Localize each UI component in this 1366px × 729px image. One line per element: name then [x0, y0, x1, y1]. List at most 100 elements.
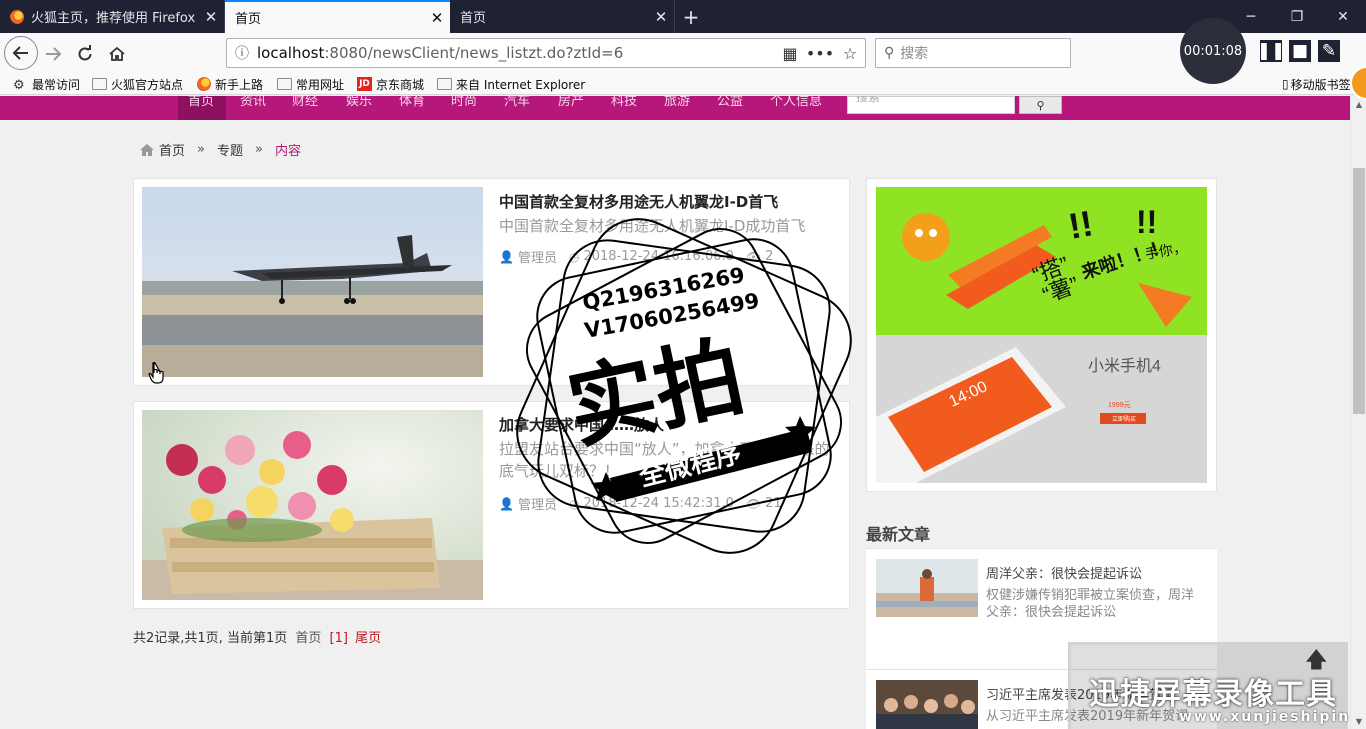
bookmark-jd[interactable]: JD 京东商城	[357, 75, 424, 93]
home-button[interactable]	[102, 39, 132, 69]
jd-icon: JD	[357, 77, 372, 91]
bookmark-firefox-official[interactable]: 火狐官方站点	[92, 75, 183, 93]
site-nav-item[interactable]: 财经	[292, 96, 318, 109]
site-nav-item[interactable]: 房产	[558, 96, 584, 109]
pagination: 共2记录,共1页, 当前第1页 首页 [1] 尾页	[133, 627, 381, 646]
tab-home-2[interactable]: 首页 ✕	[450, 0, 675, 33]
screen-recorder-watermark: 🡅 迅捷屏幕录像工具 www.xunjieshipin.com	[1068, 642, 1350, 729]
site-nav-item[interactable]: 旅游	[664, 96, 690, 109]
news-views: 2	[765, 249, 774, 264]
site-search-button[interactable]: ⚲	[1019, 96, 1062, 114]
stop-button[interactable]: ■	[1289, 40, 1311, 62]
bookmark-label: 京东商城	[376, 77, 425, 92]
breadcrumb-home[interactable]: 首页	[159, 140, 185, 159]
eye-icon: 👁	[745, 249, 762, 264]
search-placeholder: 搜索	[900, 46, 929, 62]
site-nav-item[interactable]: 娱乐	[346, 96, 372, 109]
site-nav-item[interactable]: 科技	[611, 96, 637, 109]
browser-tab-strip: 火狐主页，推荐使用 Firefox 火狐浏览器 ✕ 首页 ✕ 首页 ✕ + ─ …	[0, 0, 1366, 33]
forward-button[interactable]	[38, 39, 68, 69]
qr-code-icon[interactable]: ▦	[775, 44, 805, 63]
breadcrumb-sep: »	[197, 142, 205, 157]
arrow-left-icon	[12, 46, 28, 60]
pager-last[interactable]: 尾页	[355, 631, 381, 646]
news-author: 管理员	[517, 498, 557, 513]
latest-thumbnail[interactable]	[876, 559, 978, 617]
site-nav-item[interactable]: 汽车	[504, 96, 530, 109]
news-views: 21	[765, 496, 782, 511]
folder-icon	[92, 78, 107, 90]
reload-button[interactable]	[70, 39, 100, 69]
news-summary: 中国首款全复材多用途无人机翼龙I-D成功首飞	[499, 217, 806, 235]
close-icon[interactable]: ✕	[648, 8, 674, 26]
url-host: localhost	[257, 44, 325, 62]
new-tab-button[interactable]: +	[676, 0, 706, 33]
reload-icon	[78, 45, 92, 61]
news-title[interactable]: 加拿大要求中国……放人	[499, 414, 664, 435]
folder-icon	[277, 78, 292, 90]
bookmark-label: 来自 Internet Explorer	[456, 77, 586, 92]
pager-current[interactable]: [1]	[330, 631, 348, 646]
site-nav-item[interactable]: 体育	[399, 96, 425, 109]
close-icon[interactable]: ✕	[424, 9, 450, 27]
site-search-input[interactable]: 搜索	[847, 96, 1015, 114]
url-text[interactable]: localhost:8080/newsClient/news_listzt.do…	[257, 44, 775, 62]
user-icon: 👤	[499, 249, 514, 264]
news-meta: 👤 管理员 ◷ 2018-12-24 15:42:31.0 👁 21	[499, 494, 794, 513]
news-title[interactable]: 中国首款全复材多用途无人机翼龙I-D首飞	[499, 191, 778, 212]
site-nav-item[interactable]: 首页	[188, 96, 214, 109]
tab-label: 火狐主页，推荐使用 Firefox 火狐浏览器	[31, 11, 198, 26]
url-bar[interactable]: ⓘ localhost:8080/newsClient/news_listzt.…	[226, 38, 866, 68]
breadcrumb-sep: »	[255, 142, 263, 157]
news-card[interactable]: 加拿大要求中国……放人 拉盟友站台要求中国“放人”，加拿大政府哪儿来的底气玩儿双…	[133, 401, 850, 609]
site-nav-item[interactable]: 个人信息	[770, 96, 822, 109]
pager-first[interactable]: 首页	[295, 631, 321, 646]
scroll-down-icon[interactable]: ▼	[1351, 713, 1366, 729]
latest-item-title[interactable]: 周洋父亲：很快会提起诉讼	[986, 563, 1142, 582]
breadcrumb: 首页 » 专题 » 内容	[140, 140, 301, 159]
gear-icon: ⚙	[13, 78, 25, 93]
browser-search-input[interactable]: ⚲ 搜索	[875, 38, 1071, 68]
bookmark-common-sites[interactable]: 常用网址	[277, 75, 344, 93]
pen-button[interactable]: ✎	[1318, 40, 1340, 62]
back-button[interactable]	[4, 36, 38, 70]
pause-button[interactable]: ❚❚	[1257, 40, 1285, 62]
bookmark-label: 火狐官方站点	[111, 77, 184, 92]
site-nav-item[interactable]: 时尚	[451, 96, 477, 109]
beach-image	[876, 559, 978, 617]
scrollbar-thumb[interactable]	[1353, 168, 1365, 414]
latest-thumbnail[interactable]	[876, 680, 978, 729]
more-icon[interactable]: •••	[805, 44, 835, 63]
close-icon[interactable]: ✕	[198, 8, 224, 26]
latest-item-summary: 权健涉嫌传销犯罪被立案侦查，周洋父亲：很快会提起诉讼	[986, 588, 1195, 620]
site-nav-item[interactable]: 资讯	[240, 96, 266, 109]
hand-cursor-icon	[148, 362, 164, 384]
svg-text:!!: !!	[1136, 204, 1157, 240]
ad-buy: 立即购买	[1112, 415, 1136, 423]
ad-image: !! !! “搭” “薯” 来啦！！！ 手你， 14:00 小米手机4 1999…	[876, 187, 1207, 483]
bookmark-most-visited[interactable]: ⚙ 最常访问	[13, 75, 80, 94]
arrow-right-icon	[46, 47, 62, 61]
page-scrollbar[interactable]: ▲ ▼	[1350, 96, 1366, 729]
site-nav-item[interactable]: 公益	[717, 96, 743, 109]
watermark-url: www.xunjieshipin.com	[1179, 709, 1350, 725]
news-thumbnail-drone[interactable]	[142, 187, 483, 377]
site-search-placeholder: 搜索	[856, 96, 881, 104]
star-icon[interactable]: ☆	[835, 44, 865, 63]
drone-image	[142, 187, 483, 377]
bookmark-from-ie[interactable]: 来自 Internet Explorer	[437, 75, 585, 93]
info-icon[interactable]: ⓘ	[227, 43, 257, 63]
home-icon	[140, 143, 154, 156]
news-card[interactable]: 中国首款全复材多用途无人机翼龙I-D首飞 中国首款全复材多用途无人机翼龙I-D成…	[133, 178, 850, 386]
addon-badge[interactable]	[1350, 64, 1366, 102]
tab-firefox-home[interactable]: 火狐主页，推荐使用 Firefox 火狐浏览器 ✕	[0, 0, 225, 33]
search-icon: ⚲	[884, 45, 895, 61]
crowd-image	[876, 680, 978, 729]
watermark-title: 迅捷屏幕录像工具	[1089, 677, 1337, 712]
bookmark-getting-started[interactable]: 新手上路	[197, 75, 263, 93]
news-thumbnail-flowers[interactable]	[142, 410, 483, 600]
ad-card[interactable]: !! !! “搭” “薯” 来啦！！！ 手你， 14:00 小米手机4 1999…	[866, 178, 1217, 492]
breadcrumb-current: 内容	[274, 144, 301, 159]
breadcrumb-topic[interactable]: 专题	[217, 140, 243, 159]
tab-home-active[interactable]: 首页 ✕	[225, 0, 450, 33]
